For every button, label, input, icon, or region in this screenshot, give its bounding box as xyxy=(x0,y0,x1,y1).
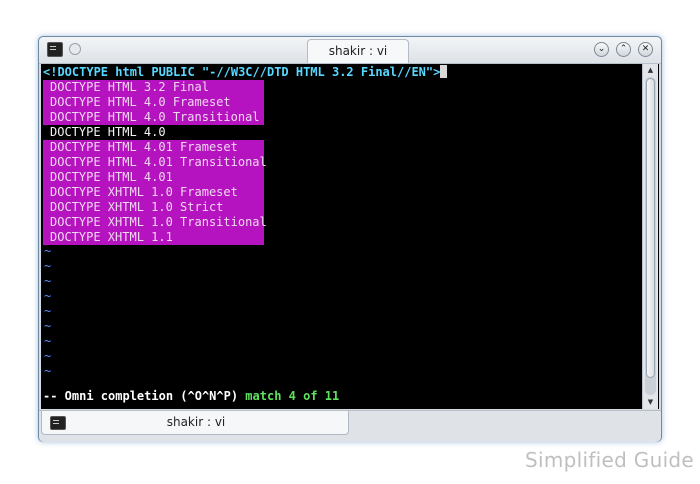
scroll-down-icon[interactable]: ▼ xyxy=(645,397,656,408)
empty-line-marker: ~ xyxy=(44,319,52,333)
empty-line-marker: ~ xyxy=(44,334,52,348)
status-line: -- Omni completion (^O^N^P) match 4 of 1… xyxy=(43,388,339,404)
text-cursor xyxy=(440,65,448,78)
empty-line-marker: ~ xyxy=(44,349,52,363)
minimize-icon[interactable]: ⌄ xyxy=(594,42,609,57)
terminal-window: shakir : vi ⌄ ⌃ ✕ <!DOCTYPE html PUBLIC … xyxy=(38,36,662,442)
completion-item[interactable]: DOCTYPE XHTML 1.1 xyxy=(43,230,264,245)
command-text: <!DOCTYPE html PUBLIC "-//W3C//DTD HTML … xyxy=(43,65,441,79)
session-tab-label: shakir : vi xyxy=(166,415,226,429)
status-match: match 4 of 11 xyxy=(245,389,340,403)
scroll-up-icon[interactable]: ▲ xyxy=(645,65,656,76)
completion-item[interactable]: DOCTYPE HTML 3.2 Final xyxy=(43,80,264,95)
empty-line-marker: ~ xyxy=(44,289,52,303)
empty-line-marker: ~ xyxy=(44,364,52,378)
empty-line-marker: ~ xyxy=(44,304,52,318)
close-icon[interactable]: ✕ xyxy=(638,42,653,57)
completion-item[interactable]: DOCTYPE HTML 4.01 Transitional xyxy=(43,155,267,170)
terminal-area[interactable]: <!DOCTYPE html PUBLIC "-//W3C//DTD HTML … xyxy=(41,64,659,409)
completion-item[interactable]: DOCTYPE XHTML 1.0 Strict xyxy=(43,200,264,215)
empty-line-marker: ~ xyxy=(44,274,52,288)
empty-line-marker: ~ xyxy=(44,259,52,273)
vertical-scrollbar[interactable]: ▲ ▼ xyxy=(642,64,658,409)
completion-item[interactable]: DOCTYPE HTML 4.01 xyxy=(43,170,264,185)
window-menu-button[interactable] xyxy=(69,43,81,55)
empty-line-marker: ~ xyxy=(44,244,52,258)
maximize-icon[interactable]: ⌃ xyxy=(616,42,631,57)
title-bar[interactable]: shakir : vi ⌄ ⌃ ✕ xyxy=(39,37,661,64)
completion-item-selected[interactable]: DOCTYPE HTML 4.0 xyxy=(43,125,264,140)
session-tab-bar: shakir : vi xyxy=(39,410,661,442)
terminal-app-icon[interactable] xyxy=(47,42,63,57)
completion-item[interactable]: DOCTYPE HTML 4.0 Transitional xyxy=(43,110,264,125)
session-tab[interactable]: shakir : vi xyxy=(41,411,349,435)
watermark: Simplified Guide xyxy=(525,448,695,472)
completion-item[interactable]: DOCTYPE XHTML 1.0 Frameset xyxy=(43,185,264,200)
window-title: shakir : vi xyxy=(307,39,409,63)
completion-item[interactable]: DOCTYPE XHTML 1.0 Transitional xyxy=(43,215,267,230)
command-line: <!DOCTYPE html PUBLIC "-//W3C//DTD HTML … xyxy=(43,65,448,80)
completion-item[interactable]: DOCTYPE HTML 4.01 Frameset xyxy=(43,140,264,155)
completion-item[interactable]: DOCTYPE HTML 4.0 Frameset xyxy=(43,95,264,110)
scrollbar-thumb[interactable] xyxy=(646,78,655,378)
status-mode: -- Omni completion (^O^N^P) xyxy=(43,389,246,403)
